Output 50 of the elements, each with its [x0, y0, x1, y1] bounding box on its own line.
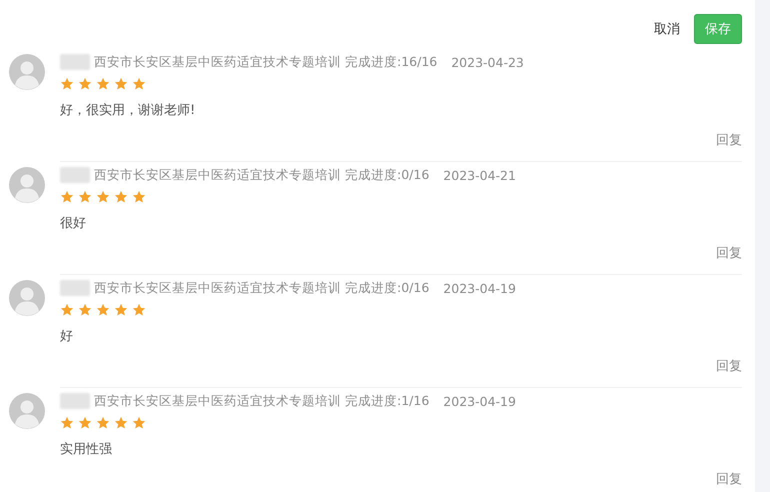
- reply-link[interactable]: 回复: [716, 357, 742, 375]
- star-icon: [132, 416, 146, 430]
- blurred-name: [60, 393, 90, 409]
- reply-link[interactable]: 回复: [716, 470, 742, 488]
- course-name: 西安市长安区基层中医药适宜技术专题培训: [94, 166, 341, 184]
- blurred-name: [60, 280, 90, 296]
- avatar-icon: [9, 280, 45, 316]
- star-icon: [96, 77, 110, 91]
- comment-text: 很好: [60, 215, 87, 232]
- review-date: 2023-04-19: [443, 280, 516, 296]
- review-date: 2023-04-19: [443, 394, 516, 408]
- star-icon: [114, 190, 128, 204]
- star-icon: [132, 303, 146, 317]
- blurred-name: [60, 54, 90, 70]
- course-name: 西安市长安区基层中医药适宜技术专题培训: [94, 392, 341, 410]
- progress-text: 完成进度:0/16: [345, 280, 430, 296]
- star-icon: [132, 190, 146, 204]
- star-icon: [96, 416, 110, 430]
- star-icon: [132, 77, 146, 91]
- star-icon: [78, 77, 92, 91]
- review-date: 2023-04-23: [451, 54, 524, 70]
- star-icon: [96, 190, 110, 204]
- star-icon: [114, 303, 128, 317]
- comment-text: 好: [60, 328, 74, 345]
- course-name: 西安市长安区基层中医药适宜技术专题培训: [94, 280, 341, 296]
- save-button[interactable]: 保存: [694, 14, 742, 44]
- progress-text: 完成进度:0/16: [345, 166, 430, 184]
- star-icon: [114, 77, 128, 91]
- reply-link[interactable]: 回复: [716, 131, 742, 149]
- star-icon: [114, 416, 128, 430]
- star-icon: [78, 416, 92, 430]
- progress-text: 完成进度:16/16: [345, 54, 438, 70]
- avatar-icon: [9, 167, 45, 203]
- star-icon: [60, 303, 74, 317]
- cancel-button[interactable]: 取消: [650, 16, 684, 42]
- star-icon: [78, 303, 92, 317]
- avatar-icon: [9, 54, 45, 90]
- star-icon: [60, 190, 74, 204]
- star-icon: [96, 303, 110, 317]
- course-name: 西安市长安区基层中医药适宜技术专题培训: [94, 54, 341, 70]
- reply-link[interactable]: 回复: [716, 244, 742, 262]
- blurred-name: [60, 167, 90, 183]
- star-icon: [60, 77, 74, 91]
- avatar-icon: [9, 393, 45, 429]
- star-icon: [78, 190, 92, 204]
- comment-text: 好，很实用，谢谢老师!: [60, 102, 196, 119]
- star-icon: [60, 416, 74, 430]
- progress-text: 完成进度:1/16: [345, 392, 430, 410]
- comment-text: 实用性强: [60, 441, 113, 458]
- review-date: 2023-04-21: [443, 168, 516, 182]
